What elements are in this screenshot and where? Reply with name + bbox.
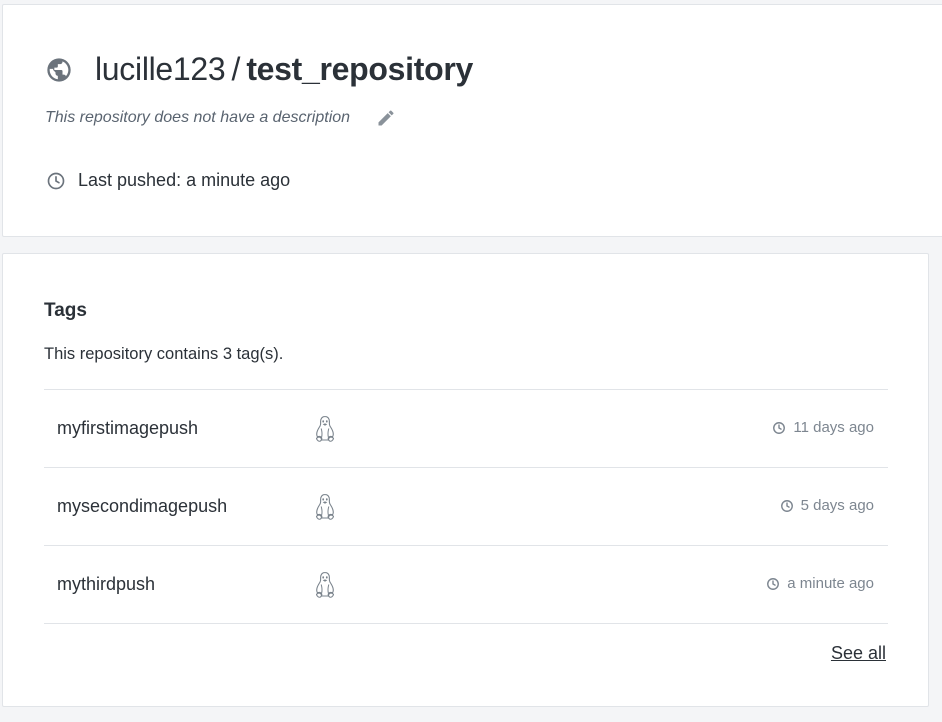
repository-separator: / (231, 51, 241, 87)
tag-time: 5 days ago (780, 497, 874, 514)
tag-list: myfirstimagepush 11 days ago mysecondima… (44, 389, 888, 624)
last-pushed-text: Last pushed: a minute ago (78, 170, 291, 190)
repository-title: lucille123 / test_repository (45, 51, 473, 88)
description-row: This repository does not have a descript… (45, 108, 396, 128)
tag-time-text: 5 days ago (800, 497, 874, 514)
tag-row[interactable]: myfirstimagepush 11 days ago (44, 390, 888, 468)
tag-name[interactable]: mythirdpush (57, 574, 155, 595)
linux-icon (314, 415, 336, 442)
tag-time-text: a minute ago (787, 575, 874, 592)
last-pushed-row: Last pushed: a minute ago (46, 170, 290, 191)
pencil-icon[interactable] (376, 108, 396, 128)
tag-name[interactable]: myfirstimagepush (57, 418, 198, 439)
repository-owner[interactable]: lucille123 (95, 51, 226, 88)
repository-name: test_repository (246, 51, 474, 87)
linux-icon (314, 493, 336, 520)
repository-header-card: lucille123 / test_repository This reposi… (2, 4, 942, 237)
tag-row[interactable]: mysecondimagepush 5 days ago (44, 468, 888, 546)
tag-name[interactable]: mysecondimagepush (57, 496, 227, 517)
clock-icon (766, 577, 780, 591)
clock-icon (772, 421, 786, 435)
globe-icon (45, 56, 73, 84)
tags-card: Tags This repository contains 3 tag(s). … (2, 253, 929, 707)
tag-row[interactable]: mythirdpush a minute ago (44, 546, 888, 624)
tag-time-text: 11 days ago (793, 419, 874, 436)
clock-icon (780, 499, 794, 513)
tags-count-text: This repository contains 3 tag(s). (44, 345, 284, 363)
tag-time: a minute ago (766, 575, 874, 592)
linux-icon (314, 571, 336, 598)
repository-description: This repository does not have a descript… (45, 109, 351, 126)
see-all-link[interactable]: See all (831, 643, 886, 664)
tags-heading: Tags (44, 300, 87, 321)
clock-icon (46, 171, 66, 191)
tag-time: 11 days ago (772, 419, 874, 436)
